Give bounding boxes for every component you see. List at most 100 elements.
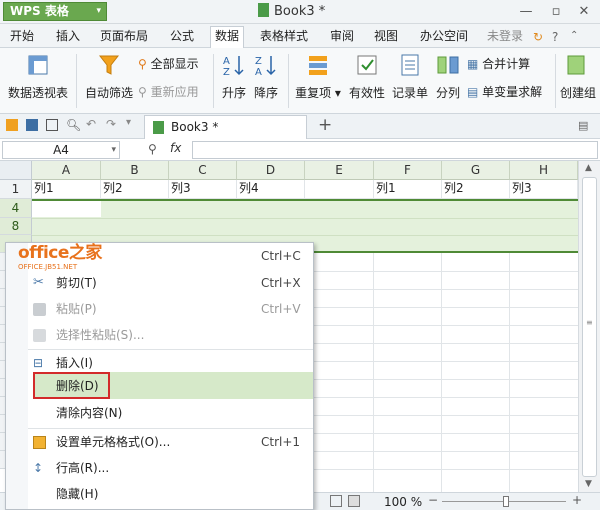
menu-bar: 开始 插入 页面布局 公式 数据 表格样式 审阅 视图 办公空间 未登录 ↻ ?…	[0, 24, 600, 48]
svg-text:A: A	[255, 67, 262, 78]
grip-icon: ≡	[586, 318, 593, 327]
undo-icon[interactable]: ↶	[86, 117, 96, 131]
zoom-level[interactable]: 100 %	[384, 495, 422, 509]
menu-item-format-cells[interactable]: 设置单元格格式(O)... Ctrl+1	[6, 430, 313, 454]
pivot-table-label: 数据透视表	[7, 86, 68, 100]
redo-icon[interactable]: ↷	[106, 117, 116, 131]
svg-text:Z: Z	[223, 67, 230, 78]
cell-d1[interactable]: 列4	[237, 180, 305, 199]
column-header-a[interactable]: A	[32, 161, 101, 180]
autofilter-button[interactable]: 自动筛选	[84, 52, 134, 101]
normal-view-icon[interactable]	[330, 495, 342, 507]
tab-list-icon[interactable]: ▤	[578, 119, 588, 132]
customize-toolbar-icon[interactable]: ▾	[126, 117, 131, 128]
column-header-d[interactable]: D	[237, 161, 305, 180]
cell-f1[interactable]: 列1	[374, 180, 442, 199]
cell-h1[interactable]: 列3	[510, 180, 578, 199]
menu-home[interactable]: 开始	[6, 27, 38, 46]
pivot-table-button[interactable]: 数据透视表	[6, 52, 70, 101]
red-highlight-box	[33, 372, 110, 399]
row-divider	[32, 218, 578, 219]
column-header-g[interactable]: G	[442, 161, 510, 180]
menu-insert[interactable]: 插入	[52, 27, 84, 46]
selection-top-border	[32, 199, 578, 201]
fx-icon[interactable]: fx	[170, 141, 181, 155]
row-header-8[interactable]: 8	[0, 218, 32, 235]
zoom-slider-thumb[interactable]	[503, 496, 509, 507]
menu-data[interactable]: 数据	[210, 26, 245, 48]
zoom-out-button[interactable]: −	[428, 493, 438, 507]
cell-g1[interactable]: 列2	[442, 180, 510, 199]
scroll-thumb[interactable]: ≡	[582, 177, 597, 477]
scroll-up-icon[interactable]: ▲	[585, 163, 592, 173]
show-all-button[interactable]: ⚲ 全部显示	[138, 55, 199, 72]
menu-page-layout[interactable]: 页面布局	[96, 27, 152, 46]
close-button[interactable]: ✕	[574, 3, 594, 21]
column-header-h[interactable]: H	[510, 161, 578, 180]
menu-item-paste-special[interactable]: 选择性粘贴(S)...	[6, 323, 313, 347]
open-file-icon[interactable]	[6, 119, 18, 131]
vertical-scrollbar[interactable]: ▲ ≡ ▼	[578, 161, 600, 492]
cell-b1[interactable]: 列2	[101, 180, 169, 199]
sort-ascending-icon: AZ	[223, 56, 244, 78]
select-all-corner[interactable]	[0, 161, 32, 180]
create-group-button[interactable]: 创建组	[560, 52, 600, 101]
reapply-button[interactable]: ⚲ 重新应用	[138, 83, 199, 100]
maximize-button[interactable]: ▫	[546, 3, 566, 21]
column-header-c[interactable]: C	[169, 161, 237, 180]
tab-book3[interactable]: Book3 *	[144, 115, 307, 139]
cell-e1[interactable]	[305, 180, 374, 199]
active-cell-a4[interactable]	[32, 201, 101, 217]
record-form-icon	[401, 54, 419, 76]
duplicates-button[interactable]: 重复项 ▾	[294, 52, 342, 101]
print-preview-icon[interactable]: 🔍︎	[66, 118, 81, 132]
menu-table-style[interactable]: 表格样式	[256, 27, 312, 46]
page-break-view-icon[interactable]	[348, 495, 360, 507]
menu-item-cut[interactable]: ✂ 剪切(T) Ctrl+X	[6, 271, 313, 295]
menu-formula[interactable]: 公式	[166, 27, 198, 46]
login-link[interactable]: 未登录	[483, 27, 527, 46]
name-box[interactable]: A4 ▾	[2, 141, 120, 159]
menu-item-hide[interactable]: 隐藏(H)	[6, 482, 313, 506]
sort-descending-label: 降序	[253, 86, 278, 100]
split-column-button[interactable]: 分列	[434, 52, 462, 101]
collapse-ribbon-icon[interactable]: ⌃	[570, 30, 578, 41]
cell-c1[interactable]: 列3	[169, 180, 237, 199]
help-icon[interactable]: ?	[552, 30, 558, 44]
paste-icon	[33, 303, 46, 316]
column-header-b[interactable]: B	[101, 161, 169, 180]
insert-row-icon: ⊟	[33, 356, 44, 370]
cell-a1[interactable]: 列1	[32, 180, 101, 199]
sort-ascending-button[interactable]: AZ 升序	[220, 52, 248, 101]
sort-descending-button[interactable]: ZA 降序	[252, 52, 280, 101]
app-menu-button[interactable]: WPS 表格 ▾	[3, 2, 107, 21]
minimize-button[interactable]: —	[516, 3, 536, 21]
formula-input[interactable]	[192, 141, 598, 159]
scroll-down-icon[interactable]: ▼	[585, 479, 592, 489]
menu-item-row-height[interactable]: ↕ 行高(R)...	[6, 456, 313, 480]
row-header-1[interactable]: 1	[0, 180, 32, 199]
autofilter-label: 自动筛选	[84, 86, 133, 100]
split-column-label: 分列	[435, 86, 460, 100]
merge-calc-button[interactable]: ▦ 合并计算	[467, 55, 530, 72]
menu-item-clear-contents[interactable]: 清除内容(N)	[6, 401, 313, 425]
menu-review[interactable]: 审阅	[326, 27, 358, 46]
new-tab-button[interactable]: +	[318, 115, 332, 135]
column-header-f[interactable]: F	[374, 161, 442, 180]
row-header-4[interactable]: 4	[0, 199, 32, 218]
menu-view[interactable]: 视图	[370, 27, 402, 46]
refresh-icon[interactable]: ↻	[533, 30, 543, 44]
menu-office-space[interactable]: 办公空间	[416, 27, 472, 46]
column-header-e[interactable]: E	[305, 161, 374, 180]
zoom-icon[interactable]: ⚲	[148, 142, 157, 156]
goal-seek-button[interactable]: ▤ 单变量求解	[467, 83, 542, 100]
document-tab-bar: 🔍︎ ↶ ↷ ▾ Book3 * + ▤	[0, 114, 600, 139]
validity-button[interactable]: 有效性	[348, 52, 386, 101]
save-icon[interactable]	[26, 119, 38, 131]
zoom-in-button[interactable]: +	[572, 493, 582, 507]
title-bar: WPS 表格 ▾ Book3 * — ▫ ✕	[0, 0, 600, 24]
menu-item-paste[interactable]: 粘贴(P) Ctrl+V	[6, 297, 313, 321]
print-icon[interactable]	[46, 119, 58, 131]
spreadsheet-icon	[153, 121, 164, 134]
record-form-button[interactable]: 记录单	[391, 52, 429, 101]
